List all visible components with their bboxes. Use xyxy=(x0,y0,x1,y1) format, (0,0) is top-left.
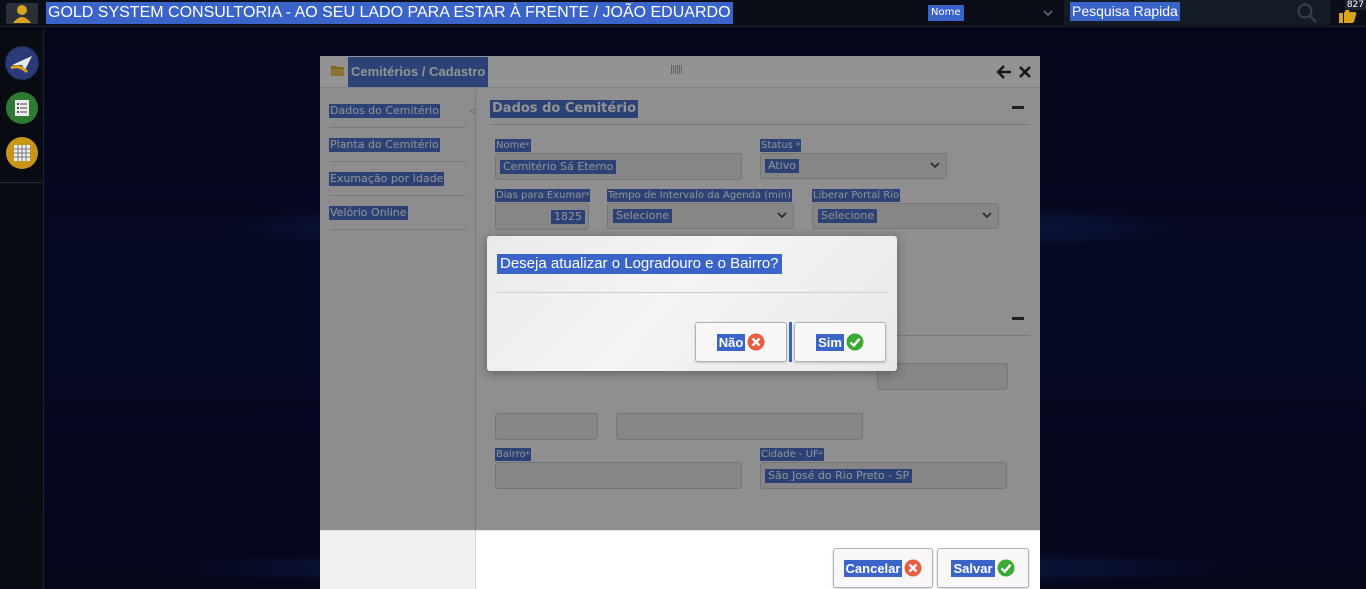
grid-icon xyxy=(6,137,38,169)
notification-count: 827 xyxy=(1344,0,1366,10)
save-button[interactable]: Salvar xyxy=(937,548,1029,588)
confirm-dialog: Deseja atualizar o Logradouro e o Bairro… xyxy=(487,236,897,371)
no-button[interactable]: Não xyxy=(695,322,787,362)
save-button-label: Salvar xyxy=(951,559,995,577)
cancel-button-label: Cancelar xyxy=(843,559,903,577)
search-icon xyxy=(1297,3,1317,23)
focus-indicator xyxy=(789,322,792,362)
search-type-select[interactable]: Nome xyxy=(928,4,1056,22)
app-title: GOLD SYSTEM CONSULTORIA - AO SEU LADO PA… xyxy=(46,2,733,24)
check-circle-icon xyxy=(997,559,1015,577)
top-bar: GOLD SYSTEM CONSULTORIA - AO SEU LADO PA… xyxy=(0,0,1366,27)
close-circle-icon xyxy=(747,333,765,351)
rail-dashboard-button[interactable] xyxy=(5,46,39,80)
confirm-divider xyxy=(497,292,888,293)
user-avatar[interactable] xyxy=(6,3,38,24)
list-icon xyxy=(6,92,38,124)
confirm-message: Deseja atualizar o Logradouro e o Bairro… xyxy=(497,254,782,274)
yes-button-label: Sim xyxy=(816,333,844,351)
search-type-value: Nome xyxy=(928,5,964,21)
rail-grid-button[interactable] xyxy=(5,136,39,170)
footer-side-area xyxy=(320,531,476,589)
search-button[interactable] xyxy=(1296,2,1318,24)
modal-footer: Cancelar Salvar xyxy=(320,530,1040,589)
close-circle-icon xyxy=(904,559,922,577)
cancel-button[interactable]: Cancelar xyxy=(833,548,933,588)
check-circle-icon xyxy=(846,333,864,351)
chevron-down-icon xyxy=(1043,10,1053,17)
quick-search-input[interactable] xyxy=(1064,0,1330,25)
yes-button[interactable]: Sim xyxy=(794,322,886,362)
rail-divider xyxy=(0,182,44,183)
left-rail xyxy=(0,28,44,589)
plane-icon xyxy=(6,47,38,79)
no-button-label: Não xyxy=(716,333,746,351)
rail-list-button[interactable] xyxy=(5,91,39,125)
notification-button[interactable]: 827 xyxy=(1334,0,1366,26)
user-icon xyxy=(13,5,31,23)
